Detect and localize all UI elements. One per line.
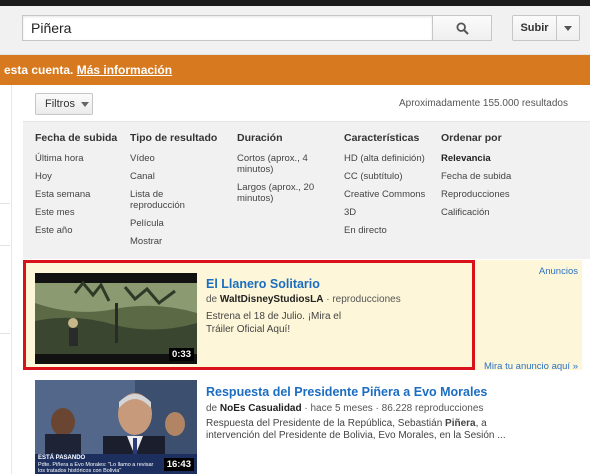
- filter-heading: Características: [344, 132, 420, 144]
- byline-prefix: de: [206, 403, 220, 414]
- filter-column-duration: Duración Cortos (aprox., 4 minutos) Larg…: [237, 132, 327, 211]
- news-label: ESTÁ PASANDO: [38, 455, 86, 461]
- search-icon: [455, 21, 469, 35]
- filter-option[interactable]: CC (subtítulo): [344, 171, 439, 182]
- byline-prefix: de: [206, 294, 220, 305]
- ads-label[interactable]: Anuncios: [539, 266, 578, 277]
- account-banner: esta cuenta. Más información: [0, 55, 590, 85]
- ad-channel-link[interactable]: WaltDisneyStudiosLA: [220, 294, 324, 305]
- filter-option[interactable]: Fecha de subida: [441, 171, 541, 182]
- ad-meta: · reproducciones: [323, 294, 401, 305]
- masthead: Subir: [0, 0, 590, 55]
- filter-option[interactable]: HD (alta definición): [344, 153, 439, 164]
- filter-option[interactable]: 3D: [344, 207, 439, 218]
- filter-heading: Duración: [237, 132, 283, 144]
- upload-menu-button[interactable]: [556, 15, 580, 41]
- see-your-ad-link[interactable]: Mira tu anuncio aquí »: [484, 361, 578, 372]
- filter-option[interactable]: Mostrar: [130, 236, 230, 247]
- filter-option[interactable]: Canal: [130, 171, 230, 182]
- duration-badge: 16:43: [163, 458, 194, 471]
- filter-option[interactable]: En directo: [344, 225, 439, 236]
- filter-option[interactable]: Largos (aprox., 20 minutos): [237, 182, 327, 204]
- filter-header: Filtros Aproximadamente 155.000 resultad…: [23, 85, 590, 121]
- chevron-down-icon: [80, 101, 89, 107]
- result-video-title[interactable]: Respuesta del Presidente Piñera a Evo Mo…: [206, 385, 487, 399]
- guide-divider: [0, 203, 10, 204]
- filter-heading: Fecha de subida: [35, 132, 118, 144]
- filters-button[interactable]: Filtros: [35, 93, 93, 115]
- search-box[interactable]: [22, 15, 433, 41]
- filter-heading: Tipo de resultado: [130, 132, 218, 144]
- filter-option[interactable]: Este mes: [35, 207, 127, 218]
- news-caption: Pdte. Piñera a Evo Morales: "Lo llamo a …: [38, 462, 154, 474]
- filter-option[interactable]: Última hora: [35, 153, 127, 164]
- search-input[interactable]: [23, 16, 432, 40]
- guide-divider: [0, 333, 10, 334]
- filter-option-selected[interactable]: Relevancia: [441, 153, 541, 164]
- ad-video-thumbnail[interactable]: 0:33: [35, 273, 197, 364]
- duration-badge: 0:33: [168, 348, 194, 361]
- ad-video-title[interactable]: El Llanero Solitario: [206, 277, 320, 291]
- result-video-thumbnail[interactable]: ESTÁ PASANDO Pdte. Piñera a Evo Morales:…: [35, 380, 197, 474]
- result-byline: de NoEs Casualidad · hace 5 meses · 86.2…: [206, 403, 483, 414]
- filter-panel: Fecha de subida Última hora Hoy Esta sem…: [23, 121, 590, 259]
- filter-option[interactable]: Película: [130, 218, 230, 229]
- description-highlight: Piñera: [445, 418, 476, 429]
- filter-option[interactable]: Cortos (aprox., 4 minutos): [237, 153, 327, 175]
- filter-option[interactable]: Lista de reproducción: [130, 189, 196, 211]
- filter-option[interactable]: Reproducciones: [441, 189, 541, 200]
- result-count: Aproximadamente 155.000 resultados: [399, 98, 568, 109]
- filter-column-result-type: Tipo de resultado Vídeo Canal Lista de r…: [130, 132, 230, 254]
- left-guide: [0, 85, 12, 474]
- filter-option[interactable]: Vídeo: [130, 153, 230, 164]
- ad-byline: de WaltDisneyStudiosLA · reproducciones: [206, 294, 401, 305]
- result-channel-link[interactable]: NoEs Casualidad: [220, 403, 302, 414]
- filters-label: Filtros: [45, 98, 75, 110]
- filter-column-upload-date: Fecha de subida Última hora Hoy Esta sem…: [35, 132, 127, 243]
- ad-description: Estrena el 18 de Julio. ¡Mira el Tráiler…: [206, 311, 342, 335]
- filter-heading: Ordenar por: [441, 132, 502, 144]
- filter-option[interactable]: Calificación: [441, 207, 541, 218]
- filter-option[interactable]: Creative Commons: [344, 189, 439, 200]
- filter-column-features: Características HD (alta definición) CC …: [344, 132, 439, 243]
- filter-column-sort: Ordenar por Relevancia Fecha de subida R…: [441, 132, 541, 225]
- upload-button[interactable]: Subir: [512, 15, 557, 41]
- chevron-down-icon: [564, 25, 572, 31]
- filter-option[interactable]: Hoy: [35, 171, 127, 182]
- filter-option[interactable]: Esta semana: [35, 189, 127, 200]
- result-description: Respuesta del Presidente de la República…: [206, 418, 521, 442]
- filter-option[interactable]: Este año: [35, 225, 127, 236]
- banner-text: esta cuenta.: [4, 63, 77, 77]
- more-info-link[interactable]: Más información: [77, 63, 172, 77]
- top-strip: [0, 0, 590, 6]
- guide-divider: [0, 245, 10, 246]
- description-text: Respuesta del Presidente de la República…: [206, 418, 446, 429]
- result-meta: · hace 5 meses · 86.228 reproducciones: [301, 403, 484, 414]
- search-button[interactable]: [432, 15, 492, 41]
